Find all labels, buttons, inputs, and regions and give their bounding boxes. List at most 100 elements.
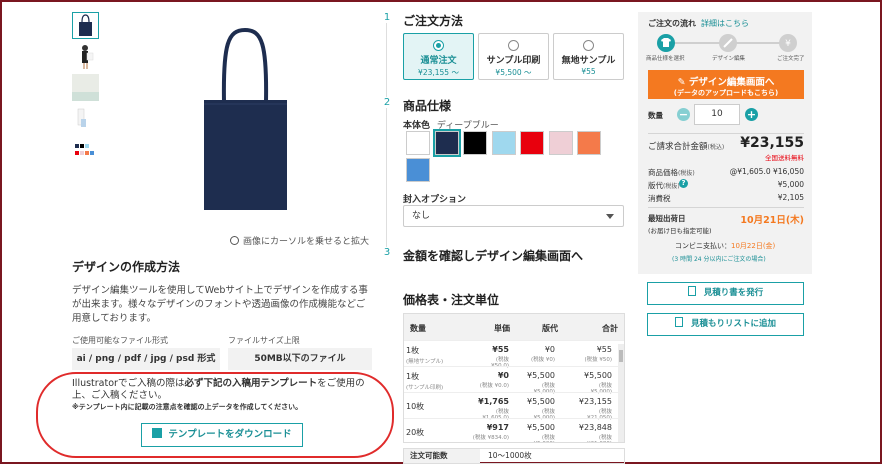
table-row[interactable]: 1枚 (無地サンプル) ¥55 (税抜 ¥50.0) ¥0 (税抜 ¥0) ¥55 (税… bbox=[404, 340, 624, 369]
download-icon bbox=[152, 428, 163, 438]
color-swatch-pink[interactable] bbox=[549, 131, 573, 155]
color-swatch-red[interactable] bbox=[520, 131, 544, 155]
flow-step-2: デザイン編集 bbox=[712, 56, 746, 62]
chevron-down-icon bbox=[606, 214, 614, 219]
price-table-header: 数量 単価 版代 合計 bbox=[404, 314, 624, 340]
delivery-sub: (お届け日も指定可能) bbox=[648, 227, 712, 235]
document-icon bbox=[687, 286, 696, 296]
conv-payment: コンビニ支払い：10月22日(金) bbox=[675, 242, 776, 250]
price-table-scrollbar[interactable] bbox=[618, 344, 624, 442]
issue-quote-button[interactable]: 見積り書を発行 bbox=[647, 282, 804, 305]
order-flow-steps: ¥ bbox=[657, 34, 797, 52]
radio-selected-icon bbox=[433, 40, 444, 51]
thumbnail-model-photo[interactable] bbox=[72, 43, 99, 70]
delivery-date: 10月21日(木) bbox=[740, 215, 804, 226]
thumbnail-natural-tote[interactable] bbox=[72, 74, 99, 101]
order-method-label: サンプル印刷 bbox=[486, 56, 541, 66]
price-table: 数量 単価 版代 合計 1枚 (無地サンプル) ¥55 (税抜 ¥50.0) ¥0(… bbox=[403, 313, 625, 443]
thumbnail-color-variants[interactable] bbox=[72, 136, 99, 163]
item-price-value: @¥1,605.0 ¥16,050 bbox=[729, 167, 804, 176]
tax-label: 消費税 bbox=[648, 194, 671, 203]
order-method-price: ¥5,500 〜 bbox=[495, 68, 532, 77]
template-note: Illustratorでご入稿の際は必ず下記の入稿用テンプレートをご使用の上、ご… bbox=[72, 378, 365, 401]
total-value: ¥23,155 bbox=[740, 135, 804, 151]
step-connector-line bbox=[386, 12, 387, 257]
radio-icon bbox=[508, 40, 519, 51]
radio-icon bbox=[583, 40, 594, 51]
tote-bag-image[interactable] bbox=[190, 24, 300, 214]
magnifier-icon bbox=[230, 236, 239, 245]
header-total: 合計 bbox=[602, 324, 618, 333]
order-method-price: ¥23,155 〜 bbox=[418, 68, 459, 77]
add-to-quote-list-button[interactable]: 見積もりリストに追加 bbox=[647, 313, 804, 336]
header-qty: 数量 bbox=[410, 324, 426, 333]
plate-fee-value: ¥5,000 bbox=[777, 180, 804, 189]
sealing-option-label: 封入オプション bbox=[403, 195, 467, 205]
delivery-label: 最短出荷日 bbox=[648, 214, 686, 223]
qty-decrement-button[interactable]: − bbox=[677, 108, 690, 121]
free-shipping: 全国送料無料 bbox=[765, 154, 804, 162]
design-howto-description: デザイン編集ツールを使用してWebサイト上でデザインを作成する事が出来ます。様々… bbox=[72, 285, 368, 324]
header-plate: 版代 bbox=[542, 324, 558, 333]
zoom-hint-text: 画像にカーソルを乗せると拡大 bbox=[243, 237, 370, 247]
edit-icon: ✎ bbox=[677, 77, 689, 88]
table-row[interactable]: 1枚 (サンプル印刷) ¥0 (税抜 ¥0.0) ¥5,500 (税抜 ¥5,000)… bbox=[404, 366, 624, 395]
price-table-title: 価格表・注文単位 bbox=[403, 293, 500, 307]
design-editor-button[interactable]: ✎ デザイン編集画面へ (データのアップロードもこちら) bbox=[648, 70, 804, 99]
item-price-label: 商品価格(税抜) bbox=[648, 168, 695, 177]
order-method-label: 通常注文 bbox=[420, 56, 457, 66]
step-number-1: 1 bbox=[382, 12, 392, 23]
divider bbox=[648, 207, 804, 208]
plate-fee-label: 版代(税抜) bbox=[648, 181, 680, 190]
thumbnail-navy-tote[interactable] bbox=[72, 12, 99, 39]
file-types-value: ai / png / pdf / jpg / psd 形式 bbox=[72, 348, 220, 370]
order-method-plain-sample[interactable]: 無地サンプル ¥55 bbox=[553, 33, 624, 80]
qty-input[interactable]: 10 bbox=[694, 104, 740, 125]
color-swatch-orange[interactable] bbox=[577, 131, 601, 155]
conv-note: (3 時間 24 分以内にご注文の場合) bbox=[672, 256, 766, 263]
order-flow-link[interactable]: 詳細はこちら bbox=[701, 18, 749, 29]
sealing-option-value: なし bbox=[412, 211, 431, 221]
bookmark-icon bbox=[674, 317, 683, 327]
order-method-label: 無地サンプル bbox=[561, 56, 616, 66]
file-size-value: 50MB以下のファイル bbox=[228, 348, 372, 370]
download-template-button[interactable]: テンプレートをダウンロード bbox=[141, 423, 303, 447]
body-color-label: 本体色 bbox=[403, 121, 431, 131]
table-row[interactable]: 20枚 ¥917(税抜 ¥834.0) ¥5,500(税抜 ¥5,000) ¥2… bbox=[404, 418, 624, 442]
order-qty-label: 注文可能数 bbox=[404, 449, 480, 463]
qty-increment-button[interactable]: + bbox=[745, 108, 758, 121]
confirm-price-title: 金額を確認しデザイン編集画面へ bbox=[403, 249, 584, 263]
file-size-label: ファイルサイズ上限 bbox=[228, 336, 300, 345]
color-swatch-black[interactable] bbox=[463, 131, 487, 155]
help-icon[interactable]: ? bbox=[679, 179, 688, 188]
order-qty-row: 注文可能数 10〜1000枚 bbox=[403, 448, 625, 464]
color-swatch-white[interactable] bbox=[406, 131, 430, 155]
sealing-option-select[interactable]: なし bbox=[403, 205, 624, 227]
tax-value: ¥2,105 bbox=[777, 193, 804, 202]
color-swatch-light-blue[interactable] bbox=[492, 131, 516, 155]
total-label: ご請求合計金額(税込) bbox=[648, 142, 725, 152]
thumbnail-white-tote[interactable] bbox=[72, 105, 99, 132]
product-spec-title: 商品仕様 bbox=[403, 99, 452, 113]
order-qty-value: 10〜1000枚 bbox=[488, 451, 532, 460]
color-swatch-blue[interactable] bbox=[406, 158, 430, 182]
template-note-small: ※テンプレート内に記載の注意点を確認の上データを作成してください。 bbox=[72, 403, 303, 411]
header-unit: 単価 bbox=[494, 324, 510, 333]
divider bbox=[648, 133, 804, 134]
order-method-normal[interactable]: 通常注文 ¥23,155 〜 bbox=[403, 33, 474, 80]
order-flow-label: ご注文の流れ bbox=[648, 19, 696, 28]
design-howto-title: デザインの作成方法 bbox=[72, 260, 181, 274]
order-method-sample-print[interactable]: サンプル印刷 ¥5,500 〜 bbox=[478, 33, 549, 80]
order-method-price: ¥55 bbox=[581, 67, 596, 76]
svg-text:¥: ¥ bbox=[785, 39, 791, 49]
flow-step-1: 商品仕様を選択 bbox=[646, 56, 685, 62]
zoom-hint: 画像にカーソルを乗せると拡大 bbox=[230, 234, 369, 247]
scrollbar-thumb[interactable] bbox=[619, 350, 623, 362]
qty-label: 数量 bbox=[648, 111, 663, 120]
flow-step-3: ご注文完了 bbox=[777, 56, 805, 62]
color-swatch-deep-blue[interactable] bbox=[433, 129, 461, 157]
body-color-row: 本体色 ディープブルー bbox=[403, 118, 499, 131]
order-method-title: ご注文方法 bbox=[403, 14, 464, 28]
step-number-2: 2 bbox=[382, 97, 392, 108]
table-row[interactable]: 10枚 ¥1,765 (税抜 ¥1,605.0) ¥5,500 (税抜 ¥5,000… bbox=[404, 392, 624, 421]
